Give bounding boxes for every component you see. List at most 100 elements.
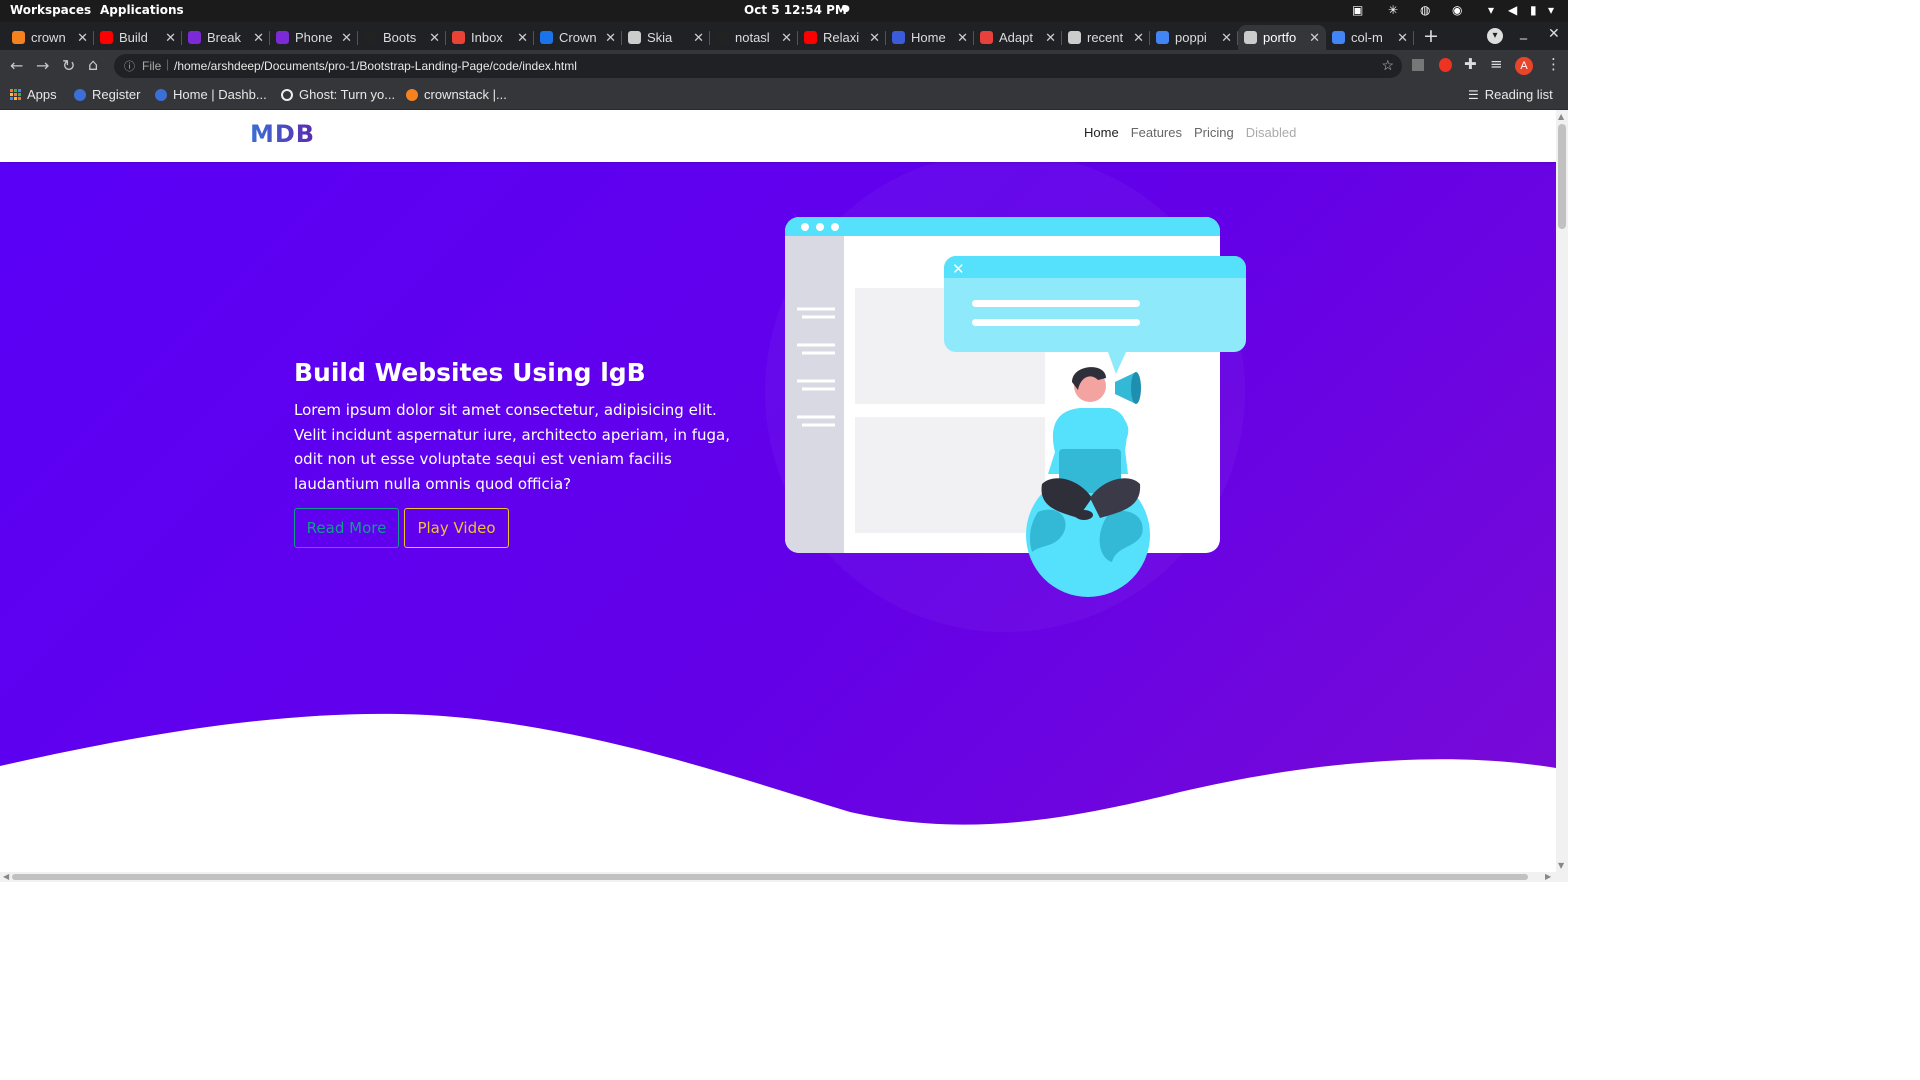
apps-grid-icon — [10, 89, 21, 100]
horizontal-scrollbar[interactable]: ◀ ▶ — [0, 872, 1568, 882]
applications-menu[interactable]: Applications — [100, 3, 184, 17]
volume-icon[interactable]: ◀ — [1508, 3, 1517, 17]
vertical-scrollbar[interactable]: ▲ ▼ — [1556, 110, 1568, 872]
page-viewport: Build Websites Using lgB Lorem ipsum dol… — [0, 110, 1556, 872]
nav-disabled: Disabled — [1245, 125, 1297, 140]
bookmark-register[interactable]: Register — [74, 87, 140, 102]
system-menu-icon[interactable]: ▾ — [1548, 3, 1554, 17]
reload-icon[interactable]: ↻ — [62, 56, 75, 75]
scroll-up-icon[interactable]: ▲ — [1558, 112, 1564, 121]
tab-close-icon[interactable]: ✕ — [869, 30, 880, 46]
omnibox[interactable]: ⓘ File | /home/arshdeep/Documents/pro-1/… — [114, 54, 1402, 78]
hero-decor — [0, 713, 1556, 872]
tab-close-icon[interactable]: ✕ — [165, 30, 176, 46]
tab-close-icon[interactable]: ✕ — [253, 30, 264, 46]
tab-search-button[interactable]: ▾ — [1487, 28, 1503, 44]
forward-icon[interactable]: → — [36, 56, 49, 75]
slack-icon[interactable]: ✳ — [1388, 3, 1398, 17]
extension-red-icon[interactable] — [1439, 58, 1452, 72]
minimize-button[interactable]: _ — [1520, 24, 1527, 40]
asterisk-icon — [980, 31, 993, 44]
url-text[interactable]: /home/arshdeep/Documents/pro-1/Bootstrap… — [174, 59, 577, 73]
tab-title: Home — [911, 30, 946, 45]
browser-tab[interactable]: recent ✕ — [1062, 25, 1150, 50]
screen-share-icon[interactable]: ▣ — [1352, 3, 1363, 17]
bookmarks-bar: Apps Register Home | Dashb... Ghost: Tur… — [0, 82, 1568, 110]
brand-logo[interactable]: MDB — [250, 120, 315, 148]
tab-close-icon[interactable]: ✕ — [957, 30, 968, 46]
tab-title: Phone — [295, 30, 333, 45]
browser-tab[interactable]: Home ✕ — [886, 25, 974, 50]
profile-avatar[interactable]: A — [1515, 57, 1533, 75]
tab-close-icon[interactable]: ✕ — [1309, 30, 1320, 46]
play-video-button[interactable]: Play Video — [404, 508, 509, 548]
scroll-right-icon[interactable]: ▶ — [1545, 872, 1551, 881]
back-icon[interactable]: ← — [10, 56, 23, 75]
battery-icon[interactable]: ▮ — [1530, 3, 1537, 17]
browser-tab[interactable]: Phone ✕ — [270, 25, 358, 50]
discord-icon[interactable]: ◉ — [1452, 3, 1462, 17]
close-window-button[interactable]: ✕ — [1548, 26, 1560, 42]
info-icon[interactable]: ⓘ — [124, 58, 135, 74]
tab-title: Break — [207, 30, 241, 45]
hero-text: Lorem ipsum dolor sit amet consectetur, … — [294, 401, 731, 493]
workspaces-menu[interactable]: Workspaces — [10, 3, 91, 17]
reading-list-button[interactable]: ☰ Reading list — [1468, 87, 1553, 102]
browser-tab[interactable]: notasl ✕ — [710, 25, 798, 50]
browser-tab[interactable]: Build ✕ — [94, 25, 182, 50]
tab-close-icon[interactable]: ✕ — [1397, 30, 1408, 46]
tab-close-icon[interactable]: ✕ — [1133, 30, 1144, 46]
horizontal-scroll-thumb[interactable] — [12, 874, 1528, 880]
bookmark-ghost[interactable]: Ghost: Turn yo... — [281, 87, 395, 102]
extension-icon[interactable] — [1412, 59, 1424, 71]
clock[interactable]: Oct 5 12:54 PM — [744, 3, 847, 17]
nav-home[interactable]: Home — [1084, 125, 1119, 140]
tab-title: Skia — [647, 30, 673, 45]
bookmark-apps[interactable]: Apps — [10, 87, 57, 102]
globe-icon — [1068, 31, 1081, 44]
scroll-left-icon[interactable]: ◀ — [3, 872, 9, 881]
gmail-icon — [452, 31, 465, 44]
extensions-puzzle-icon[interactable]: ✚ — [1464, 55, 1477, 73]
read-more-button[interactable]: Read More — [294, 508, 399, 548]
browser-tab[interactable]: Relaxi ✕ — [798, 25, 886, 50]
tab-close-icon[interactable]: ✕ — [517, 30, 528, 46]
browser-tab[interactable]: poppi ✕ — [1150, 25, 1238, 50]
tab-separator — [1413, 31, 1414, 45]
tab-close-icon[interactable]: ✕ — [429, 30, 440, 46]
wifi-icon[interactable]: ▾ — [1488, 3, 1494, 17]
browser-tab[interactable]: portfo ✕ — [1238, 25, 1326, 50]
browser-tab[interactable]: Boots ✕ — [358, 25, 446, 50]
tab-close-icon[interactable]: ✕ — [1221, 30, 1232, 46]
bookmark-home-dashboard[interactable]: Home | Dashb... — [155, 87, 267, 102]
browser-tab[interactable]: Break ✕ — [182, 25, 270, 50]
tab-title: crown — [31, 30, 66, 45]
tab-close-icon[interactable]: ✕ — [693, 30, 704, 46]
scroll-down-icon[interactable]: ▼ — [1558, 861, 1564, 870]
browser-tab[interactable]: col-m ✕ — [1326, 25, 1414, 50]
browser-menu-icon[interactable]: ⋮ — [1546, 55, 1561, 73]
browser-tab[interactable]: Crown ✕ — [534, 25, 622, 50]
new-tab-button[interactable]: + — [1420, 26, 1442, 48]
tab-close-icon[interactable]: ✕ — [1045, 30, 1056, 46]
tab-close-icon[interactable]: ✕ — [605, 30, 616, 46]
bookmark-label: Ghost: Turn yo... — [299, 87, 396, 102]
browser-tab[interactable]: Adapt ✕ — [974, 25, 1062, 50]
media-control-icon[interactable]: ≡ — [1490, 55, 1503, 73]
home-icon[interactable]: ⌂ — [88, 55, 98, 74]
browser-tab[interactable]: Inbox ✕ — [446, 25, 534, 50]
tab-title: col-m — [1351, 30, 1383, 45]
tab-close-icon[interactable]: ✕ — [781, 30, 792, 46]
browser-tab[interactable]: Skia ✕ — [622, 25, 710, 50]
notification-dot-icon: ● — [842, 4, 850, 14]
browser-tab[interactable]: crown ✕ — [6, 25, 94, 50]
bookmark-crownstack[interactable]: crownstack |... — [406, 87, 507, 102]
vpn-icon[interactable]: ◍ — [1420, 3, 1430, 17]
svg-text:✕: ✕ — [952, 260, 965, 278]
bookmark-star-icon[interactable]: ☆ — [1381, 57, 1394, 74]
tab-close-icon[interactable]: ✕ — [77, 30, 88, 46]
tab-close-icon[interactable]: ✕ — [341, 30, 352, 46]
nav-pricing[interactable]: Pricing — [1194, 125, 1234, 140]
nav-features[interactable]: Features — [1131, 125, 1182, 140]
vertical-scroll-thumb[interactable] — [1558, 124, 1566, 229]
